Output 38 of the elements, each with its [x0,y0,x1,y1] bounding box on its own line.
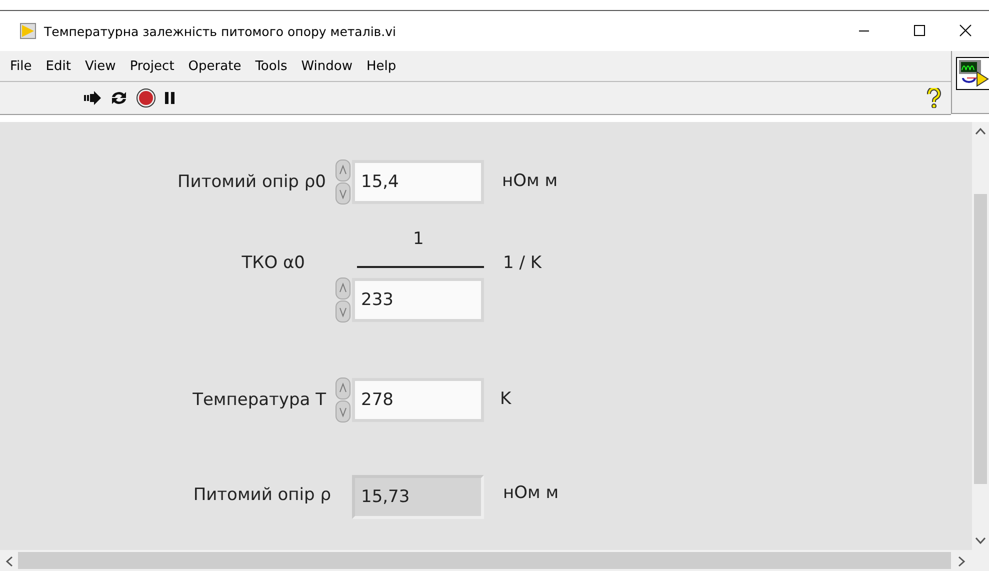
increment-decrement-icon[interactable] [334,159,352,205]
app-icon [20,23,36,39]
menu-item[interactable]: Window [295,58,360,74]
unit-label: нОм м [502,171,558,191]
window-title: Температурна залежність питомого опору металів.vi [44,24,398,38]
scroll-down-icon[interactable] [975,537,986,545]
indicator-label: Питомий опір ρ [193,485,331,505]
run-arrow-icon[interactable] [84,90,102,106]
unit-label: K [500,389,512,409]
numeric-field[interactable]: 233 [352,278,484,322]
abort-icon[interactable] [136,88,156,108]
scroll-right-icon[interactable] [958,556,966,567]
horizontal-scrollbar[interactable] [0,550,989,571]
control-label: ТКО α0 [242,253,305,273]
scroll-left-icon[interactable] [5,556,13,567]
run-continuously-icon[interactable] [110,90,128,106]
menu-item[interactable]: Project [124,58,182,74]
menu-item[interactable]: Edit [40,58,79,74]
pause-icon[interactable] [164,91,176,105]
menu-item[interactable]: Help [360,58,404,74]
unit-label: нОм м [503,483,559,503]
control-label: Питомий опір ρ0 [177,172,326,192]
menu-item[interactable]: File [4,58,40,74]
control-label: Температура T [192,390,326,410]
numerator-label: 1 [413,229,424,249]
increment-decrement-icon[interactable] [334,277,352,323]
vertical-scrollbar[interactable] [972,122,989,550]
increment-decrement-icon[interactable] [334,377,352,423]
help-icon[interactable] [927,88,941,108]
menu-item[interactable]: View [78,58,124,74]
numeric-field[interactable]: 15,4 [352,160,484,204]
menu-item[interactable]: Tools [249,58,296,74]
menu-item[interactable]: Operate [182,58,250,74]
unit-label: 1 / K [503,253,542,273]
vi-icon[interactable] [956,57,989,90]
numeric-indicator: 15,73 [352,475,484,519]
scroll-up-icon[interactable] [975,127,986,135]
numeric-field[interactable]: 278 [352,378,484,422]
